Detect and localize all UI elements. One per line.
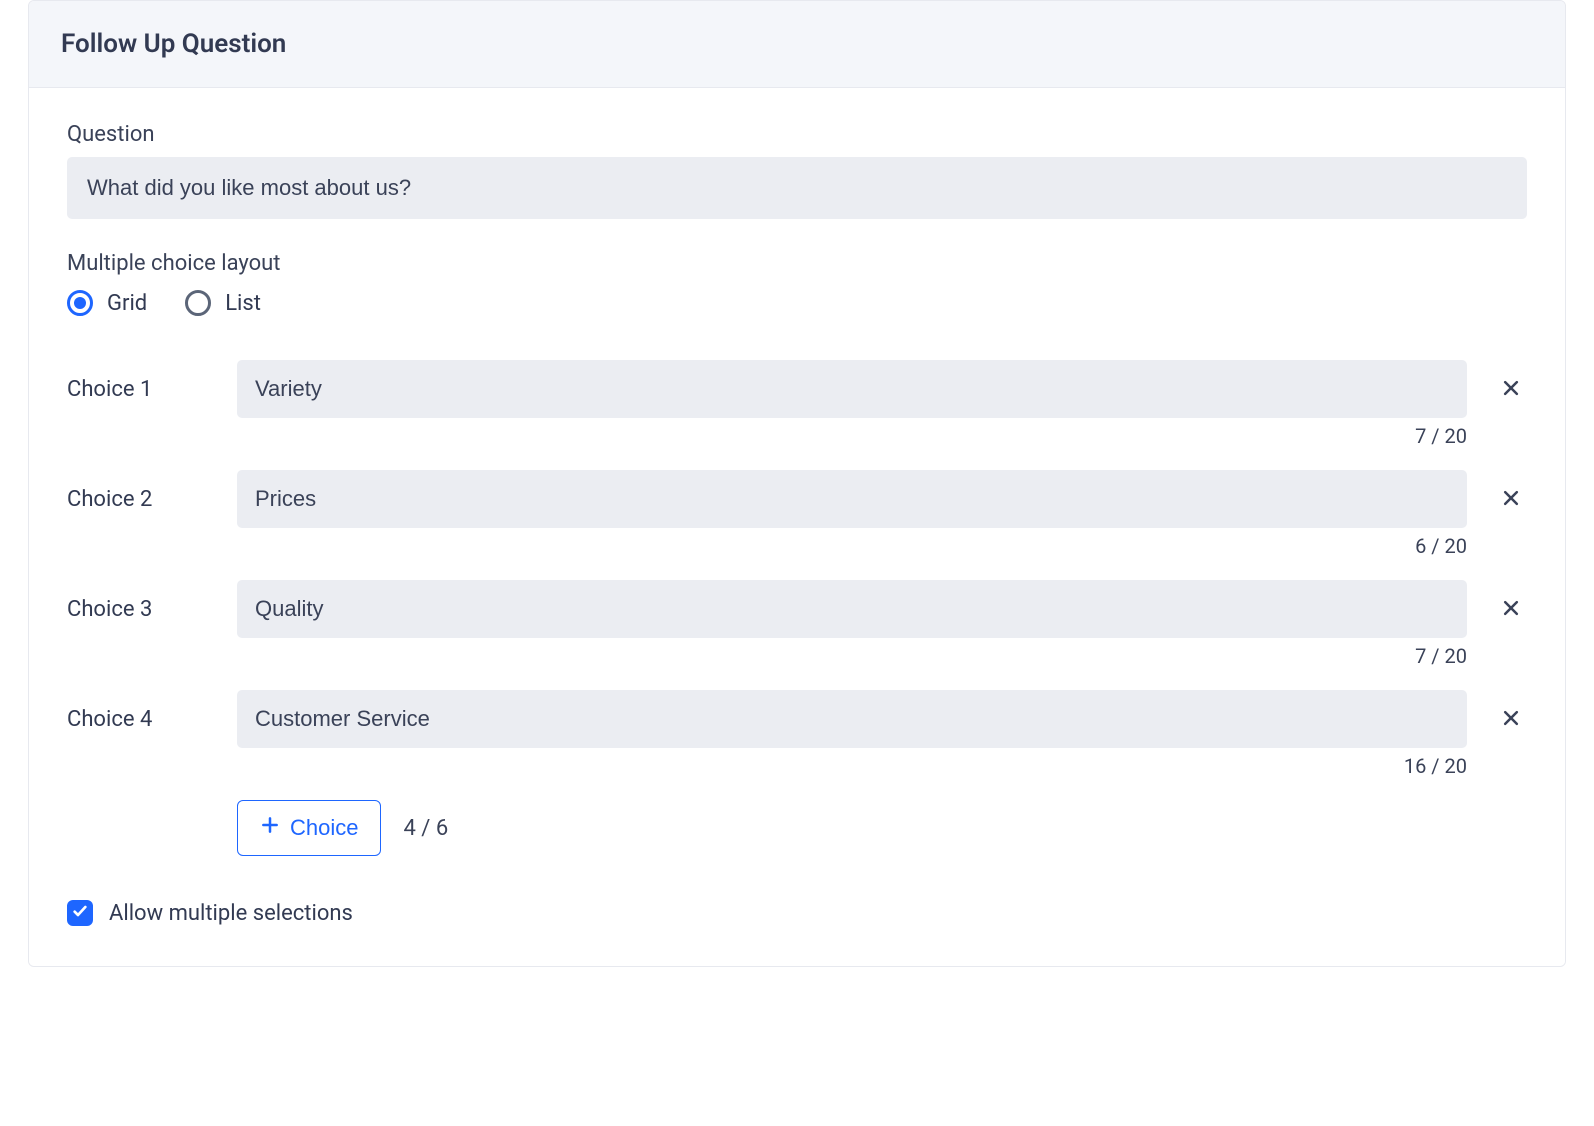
radio-icon	[67, 290, 93, 316]
choice-input[interactable]	[237, 360, 1467, 418]
choice-input[interactable]	[237, 690, 1467, 748]
card-header: Follow Up Question	[29, 1, 1565, 88]
remove-choice-button[interactable]	[1495, 702, 1527, 737]
remove-choice-button[interactable]	[1495, 372, 1527, 407]
add-choice-button[interactable]: Choice	[237, 800, 381, 856]
layout-radio-list-label: List	[225, 291, 261, 316]
layout-radio-group: Grid List	[67, 290, 1527, 316]
choice-label: Choice 3	[67, 597, 237, 622]
plus-icon	[260, 815, 280, 841]
layout-label: Multiple choice layout	[67, 251, 1527, 276]
choice-label: Choice 4	[67, 707, 237, 732]
layout-radio-list[interactable]: List	[185, 290, 261, 316]
remove-choice-button[interactable]	[1495, 482, 1527, 517]
choice-label: Choice 1	[67, 377, 237, 402]
choice-char-counter: 16 / 20	[237, 754, 1467, 778]
choices-list: Choice 1 7 / 20 Choice 2	[67, 360, 1527, 856]
choice-char-counter: 7 / 20	[237, 644, 1467, 668]
close-icon	[1501, 378, 1521, 401]
card-body: Question Multiple choice layout Grid Lis…	[29, 88, 1565, 966]
choice-input[interactable]	[237, 470, 1467, 528]
close-icon	[1501, 598, 1521, 621]
card-title: Follow Up Question	[61, 29, 1533, 59]
choice-row: Choice 1	[67, 360, 1527, 418]
layout-radio-grid-label: Grid	[107, 291, 147, 316]
close-icon	[1501, 708, 1521, 731]
check-icon	[72, 903, 88, 923]
choice-row: Choice 3	[67, 580, 1527, 638]
choice-row: Choice 4	[67, 690, 1527, 748]
allow-multiple-checkbox[interactable]	[67, 900, 93, 926]
choice-count: 4 / 6	[403, 816, 1527, 841]
question-label: Question	[67, 122, 1527, 147]
radio-icon	[185, 290, 211, 316]
add-choice-label: Choice	[290, 815, 358, 841]
question-input[interactable]	[67, 157, 1527, 219]
choice-input[interactable]	[237, 580, 1467, 638]
follow-up-question-card: Follow Up Question Question Multiple cho…	[28, 0, 1566, 967]
layout-radio-grid[interactable]: Grid	[67, 290, 147, 316]
choice-row: Choice 2	[67, 470, 1527, 528]
remove-choice-button[interactable]	[1495, 592, 1527, 627]
allow-multiple-label: Allow multiple selections	[109, 901, 353, 926]
close-icon	[1501, 488, 1521, 511]
choice-label: Choice 2	[67, 487, 237, 512]
choice-char-counter: 6 / 20	[237, 534, 1467, 558]
choice-char-counter: 7 / 20	[237, 424, 1467, 448]
